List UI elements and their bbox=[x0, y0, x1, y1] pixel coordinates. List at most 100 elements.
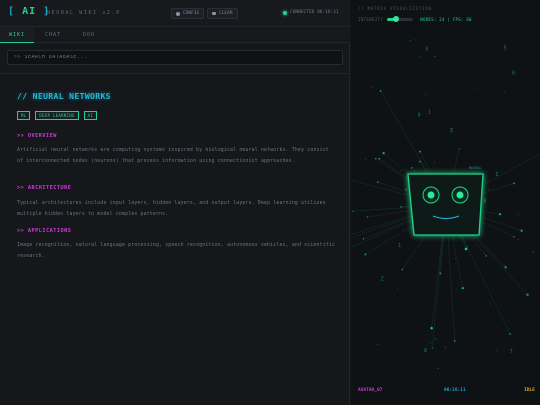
network-node bbox=[376, 181, 379, 183]
tag-deep-learning[interactable]: DEEP LEARNING bbox=[35, 111, 79, 120]
matrix-particle bbox=[425, 93, 427, 95]
network-node bbox=[352, 210, 354, 212]
clear-button[interactable]: CLEAR bbox=[207, 8, 238, 19]
network-node bbox=[419, 160, 422, 163]
tab-doo[interactable]: DOO bbox=[72, 27, 106, 43]
tab-chat[interactable]: CHAT bbox=[34, 27, 72, 43]
network-node bbox=[364, 253, 367, 256]
section-heading-architecture: >> ARCHITECTURE bbox=[17, 185, 72, 191]
network-node bbox=[366, 216, 368, 218]
matrix-particle bbox=[377, 344, 379, 346]
nodes-fps-readout: NODES: 24 | FPS: 60 bbox=[420, 17, 472, 22]
network-node bbox=[378, 157, 380, 160]
top-bar: [ AI ] NEURAL WIKI v2.0 CONFIG CLEAR CON… bbox=[0, 0, 350, 27]
avatar-head bbox=[407, 173, 484, 236]
matrix-particle bbox=[532, 251, 534, 253]
app-title: NEURAL WIKI v2.0 bbox=[47, 10, 121, 16]
matrix-particle bbox=[476, 88, 478, 90]
search-input[interactable] bbox=[24, 55, 325, 60]
search-prefix: >> bbox=[14, 55, 21, 60]
matrix-particle bbox=[527, 209, 529, 211]
network-node bbox=[453, 340, 456, 343]
avatar-id: AVATAR_07 bbox=[358, 388, 383, 393]
matrix-particle bbox=[370, 53, 372, 55]
matrix-glyph: Σ bbox=[495, 172, 498, 178]
network-node bbox=[498, 213, 502, 216]
status-clock: 06:16:11 bbox=[444, 388, 466, 393]
network-node bbox=[405, 188, 408, 191]
network-node bbox=[410, 166, 413, 169]
matrix-particle bbox=[397, 288, 399, 290]
trash-icon bbox=[212, 12, 216, 15]
avatar-face[interactable]: NEURAL bbox=[407, 166, 484, 236]
matrix-particle bbox=[496, 349, 498, 351]
network-node bbox=[362, 238, 365, 240]
app-logo: [ AI ] bbox=[8, 6, 51, 17]
matrix-particle bbox=[430, 342, 432, 344]
network-node bbox=[379, 90, 382, 92]
network-node bbox=[504, 265, 508, 269]
network-node bbox=[430, 326, 433, 330]
section-body-overview: Artificial neural networks are computing… bbox=[17, 148, 329, 164]
matrix-glyph: 1 bbox=[428, 110, 431, 116]
divider bbox=[0, 73, 350, 74]
visualization-panel: 0 1 9 Z 5 E 0 B 1 7 8 Σ NEURAL // MATRIX VISUALIZAT… bbox=[351, 0, 540, 405]
tag-ml[interactable]: ML bbox=[17, 111, 31, 120]
matrix-particle bbox=[532, 260, 534, 262]
tab-bar: WIKI CHAT DOO bbox=[0, 27, 350, 43]
matrix-particle bbox=[434, 55, 436, 57]
network-node bbox=[461, 286, 464, 290]
section-heading-applications: >> APPLICATIONS bbox=[17, 228, 72, 234]
matrix-glyph: E bbox=[450, 128, 453, 134]
matrix-glyph: 8 bbox=[424, 348, 427, 354]
network-node bbox=[509, 333, 512, 335]
config-button[interactable]: CONFIG bbox=[171, 8, 205, 19]
matrix-particle bbox=[400, 170, 402, 172]
network-node bbox=[431, 347, 433, 349]
matrix-visualization: 0 1 9 Z 5 E 0 B 1 7 8 Σ NEURAL bbox=[351, 39, 540, 369]
network-node bbox=[520, 229, 523, 232]
matrix-particle bbox=[483, 253, 485, 255]
matrix-particle bbox=[444, 346, 446, 348]
network-node bbox=[513, 182, 516, 185]
matrix-particle bbox=[437, 367, 439, 369]
network-node bbox=[401, 269, 403, 271]
tag-list: ML DEEP LEARNING AI bbox=[17, 111, 98, 120]
matrix-glyph: Z bbox=[381, 276, 384, 282]
intensity-label: INTENSITY bbox=[358, 17, 384, 22]
matrix-particle bbox=[414, 39, 416, 41]
matrix-particle bbox=[419, 56, 421, 58]
matrix-glyph: B bbox=[484, 198, 487, 204]
matrix-particle bbox=[517, 214, 519, 216]
section-body-architecture: Typical architectures include input laye… bbox=[17, 201, 326, 217]
tab-wiki[interactable]: WIKI bbox=[0, 27, 34, 43]
matrix-particle bbox=[517, 239, 519, 241]
matrix-glyph: 9 bbox=[425, 47, 428, 53]
network-node bbox=[526, 293, 529, 297]
intensity-control: INTENSITY NODES: 24 | FPS: 60 bbox=[358, 16, 472, 22]
left-eye bbox=[427, 191, 435, 199]
wiki-panel: [ AI ] NEURAL WIKI v2.0 CONFIG CLEAR CON… bbox=[0, 0, 350, 405]
tag-ai[interactable]: AI bbox=[83, 111, 98, 120]
visualization-title: // MATRIX VISUALIZATION bbox=[358, 6, 432, 11]
connection-status: CONNECTED 06:16:11 bbox=[283, 10, 339, 15]
status-dot-icon bbox=[283, 10, 287, 15]
search-bar: >> bbox=[7, 50, 343, 65]
matrix-particle bbox=[364, 158, 366, 160]
network-node bbox=[400, 206, 402, 208]
matrix-particle bbox=[409, 39, 411, 41]
intensity-slider[interactable] bbox=[387, 16, 414, 22]
matrix-glyph: 5 bbox=[504, 46, 507, 52]
network-node bbox=[375, 158, 377, 160]
slider-knob[interactable] bbox=[393, 16, 400, 22]
avatar-state: IDLE bbox=[524, 388, 535, 393]
network-node bbox=[485, 254, 488, 257]
matrix-particle bbox=[434, 161, 436, 163]
matrix-particle bbox=[434, 338, 436, 340]
network-node bbox=[466, 246, 468, 248]
matrix-glyph: 1 bbox=[398, 243, 401, 249]
matrix-glyph: 7 bbox=[510, 349, 513, 355]
section-heading-overview: >> OVERVIEW bbox=[17, 133, 57, 139]
network-node bbox=[464, 247, 468, 251]
matrix-particle bbox=[370, 86, 372, 88]
